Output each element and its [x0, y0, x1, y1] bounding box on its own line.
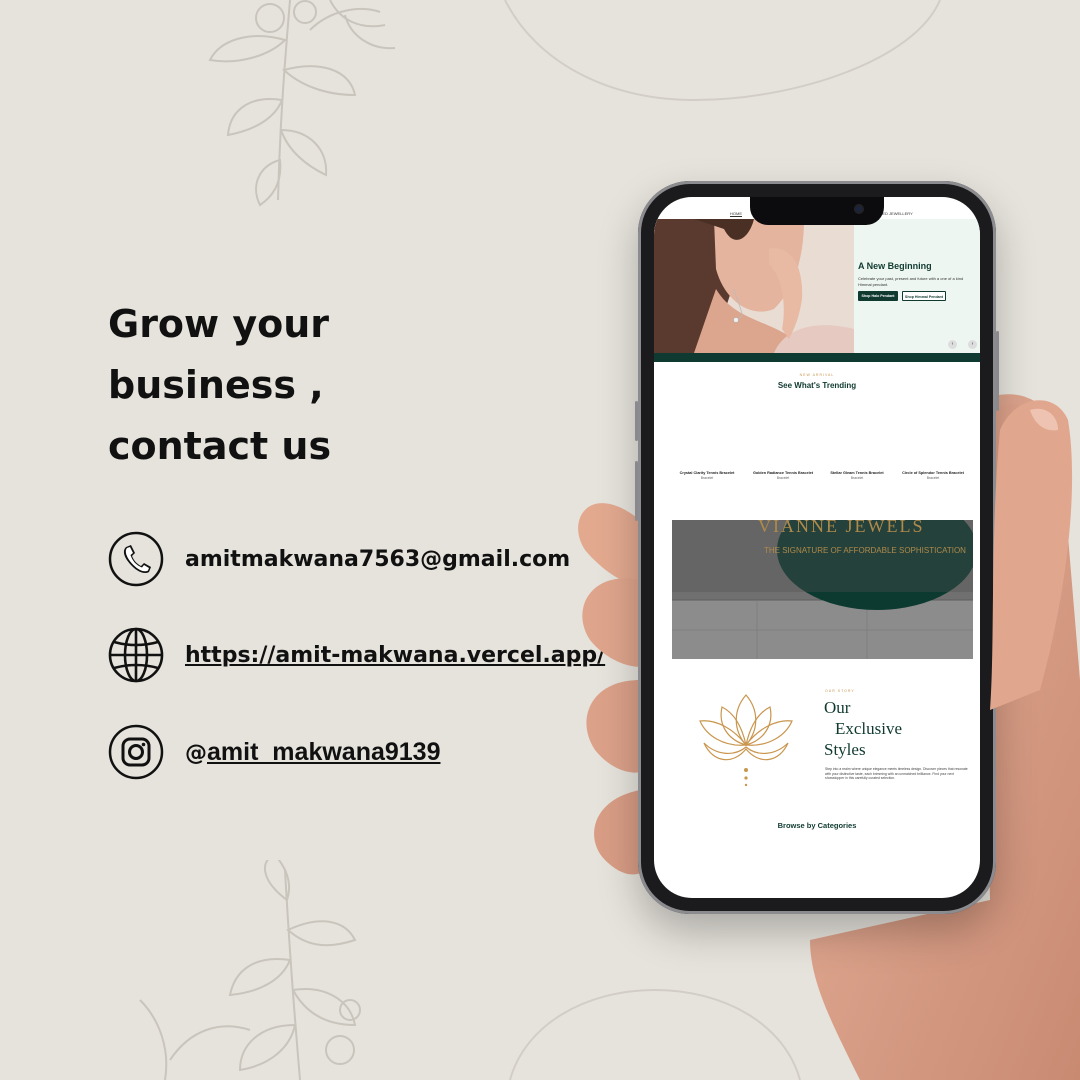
- instagram-handle[interactable]: @amit_makwana9139: [185, 738, 440, 767]
- instagram-icon: [108, 724, 164, 780]
- olive-branch-top-decoration: [208, 0, 396, 207]
- instagram-username: amit_makwana9139: [207, 737, 441, 766]
- banner-tagline-text: THE SIGNATURE OF AFFORDABLE SOPHISTICATI…: [764, 546, 966, 555]
- product-name: Crystal Clarity Tennis Bracelet: [679, 471, 735, 475]
- lotus-logo-icon: [699, 694, 793, 787]
- phone-notch: [750, 197, 884, 225]
- accent-bar: [654, 353, 980, 362]
- story-title-line-3: Styles: [824, 740, 866, 759]
- olive-branch-bottom-decoration: [139, 860, 361, 1080]
- product-name: Stellar Gleam Tennis Bracelet: [830, 471, 884, 475]
- email-text[interactable]: amitmakwana7563@gmail.com: [185, 547, 570, 572]
- hero-next-button[interactable]: ›: [968, 340, 977, 349]
- hero-banner: A New Beginning Celebrate your past, pre…: [654, 219, 980, 353]
- story-description: Step into a realm where unique elegance …: [825, 767, 968, 781]
- product-category: Bracelet: [850, 476, 864, 480]
- contact-instagram-row[interactable]: @amit_makwana9139: [108, 724, 440, 780]
- phone-screen: HOME TOMIZED JEWELLERY A New Beginning C…: [654, 197, 980, 898]
- story-title-line-2: Exclusive: [835, 719, 903, 738]
- product-category: Bracelet: [926, 476, 940, 480]
- store-banner-image: VIANNE JEWELS THE SIGNATURE OF AFFORDABL…: [672, 520, 973, 659]
- contact-email-row[interactable]: amitmakwana7563@gmail.com: [108, 531, 570, 587]
- hero-model-photo: [654, 219, 854, 353]
- phone-power-button: [996, 331, 999, 411]
- shop-halo-pendant-button[interactable]: Shop Halo Pendant: [858, 291, 898, 301]
- product-card[interactable]: Stellar Gleam Tennis Bracelet Bracelet: [822, 471, 892, 480]
- phone-volume-button: [635, 461, 638, 521]
- curved-line-bottom-decoration: [509, 988, 801, 1080]
- product-category: Bracelet: [700, 476, 714, 480]
- contact-website-row[interactable]: https://amit-makwana.vercel.app/: [108, 627, 605, 683]
- phone-volume-button: [635, 401, 638, 441]
- story-title-line-1: Our: [824, 698, 851, 717]
- product-category: Bracelet: [776, 476, 790, 480]
- story-eyebrow: OUR STORY: [825, 689, 855, 693]
- headline-line-1: Grow your: [108, 302, 330, 346]
- trending-eyebrow: NEW ARRIVAL: [799, 373, 835, 377]
- hero-slide-dots[interactable]: [818, 345, 828, 353]
- camera-icon: [854, 204, 864, 214]
- hero-subtitle: Celebrate your past, present and future …: [858, 276, 964, 287]
- product-card[interactable]: Crystal Clarity Tennis Bracelet Bracelet: [672, 471, 742, 480]
- website-link[interactable]: https://amit-makwana.vercel.app/: [185, 643, 605, 668]
- headline-line-2: business ,: [108, 363, 324, 407]
- product-name: Golden Radiance Tennis Bracelet: [752, 471, 814, 475]
- product-card[interactable]: Golden Radiance Tennis Bracelet Bracelet: [748, 471, 818, 480]
- headline-line-3: contact us: [108, 424, 332, 468]
- phone-icon: [108, 531, 164, 587]
- globe-icon: [108, 627, 164, 683]
- headline: Grow your business , contact us: [108, 294, 528, 477]
- banner-brand-text: VIANNE JEWELS: [758, 520, 924, 536]
- store-wall-graphic: VIANNE JEWELS THE SIGNATURE OF AFFORDABL…: [672, 520, 973, 659]
- phone-mockup: HOME TOMIZED JEWELLERY A New Beginning C…: [635, 181, 999, 914]
- hero-title: A New Beginning: [858, 261, 932, 271]
- curved-line-top-decoration: [504, 0, 941, 102]
- browse-categories-title: Browse by Categories: [777, 821, 857, 830]
- product-name: Circle of Splendor Tennis Bracelet: [902, 471, 964, 475]
- nav-home-link[interactable]: HOME: [730, 211, 742, 217]
- shop-himmal-pendant-button[interactable]: Shop Himmal Pendant: [902, 291, 946, 301]
- story-title: Our Exclusive Styles: [824, 697, 902, 760]
- trending-title: See What's Trending: [777, 381, 857, 390]
- hero-prev-button[interactable]: ‹: [948, 340, 957, 349]
- product-card[interactable]: Circle of Splendor Tennis Bracelet Brace…: [898, 471, 968, 480]
- instagram-at-sign: @: [185, 740, 207, 766]
